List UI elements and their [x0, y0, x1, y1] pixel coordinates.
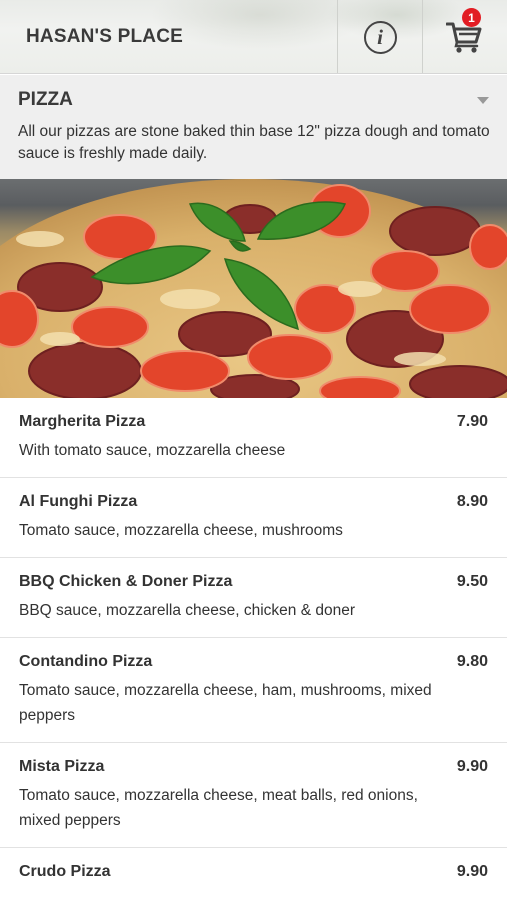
category-header[interactable]: PIZZA All our pizzas are stone baked thi…: [0, 75, 507, 179]
menu-item[interactable]: Mista Pizza 9.90 Tomato sauce, mozzarell…: [0, 743, 507, 848]
item-description: Tomato sauce, mozzarella cheese, ham, mu…: [19, 682, 432, 724]
category-description: All our pizzas are stone baked thin base…: [18, 123, 490, 162]
item-name: BBQ Chicken & Doner Pizza: [19, 573, 233, 590]
item-name: Contandino Pizza: [19, 653, 153, 670]
cart-count-badge: 1: [462, 8, 481, 27]
cart-button[interactable]: 1: [423, 0, 507, 73]
pizza-image: [0, 179, 507, 398]
item-name: Al Funghi Pizza: [19, 493, 138, 510]
restaurant-name[interactable]: HASAN'S PLACE: [26, 26, 183, 48]
menu-item[interactable]: Crudo Pizza 9.90: [0, 848, 507, 900]
item-price: 7.90: [456, 413, 488, 430]
menu-item[interactable]: Al Funghi Pizza 8.90 Tomato sauce, mozza…: [0, 478, 507, 558]
item-price: 8.90: [456, 493, 488, 510]
item-name: Mista Pizza: [19, 758, 105, 775]
menu-item[interactable]: Margherita Pizza 7.90 With tomato sauce,…: [0, 398, 507, 478]
item-description: Tomato sauce, mozzarella cheese, mushroo…: [19, 522, 343, 539]
item-price: 9.90: [456, 863, 488, 880]
item-name: Crudo Pizza: [19, 863, 111, 880]
category-title: PIZZA: [18, 89, 73, 110]
chevron-down-icon[interactable]: [477, 97, 489, 104]
item-price: 9.90: [456, 758, 488, 775]
item-description: BBQ sauce, mozzarella cheese, chicken & …: [19, 602, 356, 619]
info-icon: i: [363, 20, 397, 54]
item-name: Margherita Pizza: [19, 413, 146, 430]
item-price: 9.80: [456, 653, 488, 670]
item-price: 9.50: [456, 573, 488, 590]
menu-item[interactable]: Contandino Pizza 9.80 Tomato sauce, mozz…: [0, 638, 507, 743]
item-description: Tomato sauce, mozzarella cheese, meat ba…: [19, 787, 418, 829]
info-button[interactable]: i: [338, 0, 422, 73]
app-header: HASAN'S PLACE i 1: [0, 0, 507, 74]
item-description: With tomato sauce, mozzarella cheese: [19, 442, 286, 459]
menu-item[interactable]: BBQ Chicken & Doner Pizza 9.50 BBQ sauce…: [0, 558, 507, 638]
menu-item-list: Margherita Pizza 7.90 With tomato sauce,…: [0, 398, 507, 900]
